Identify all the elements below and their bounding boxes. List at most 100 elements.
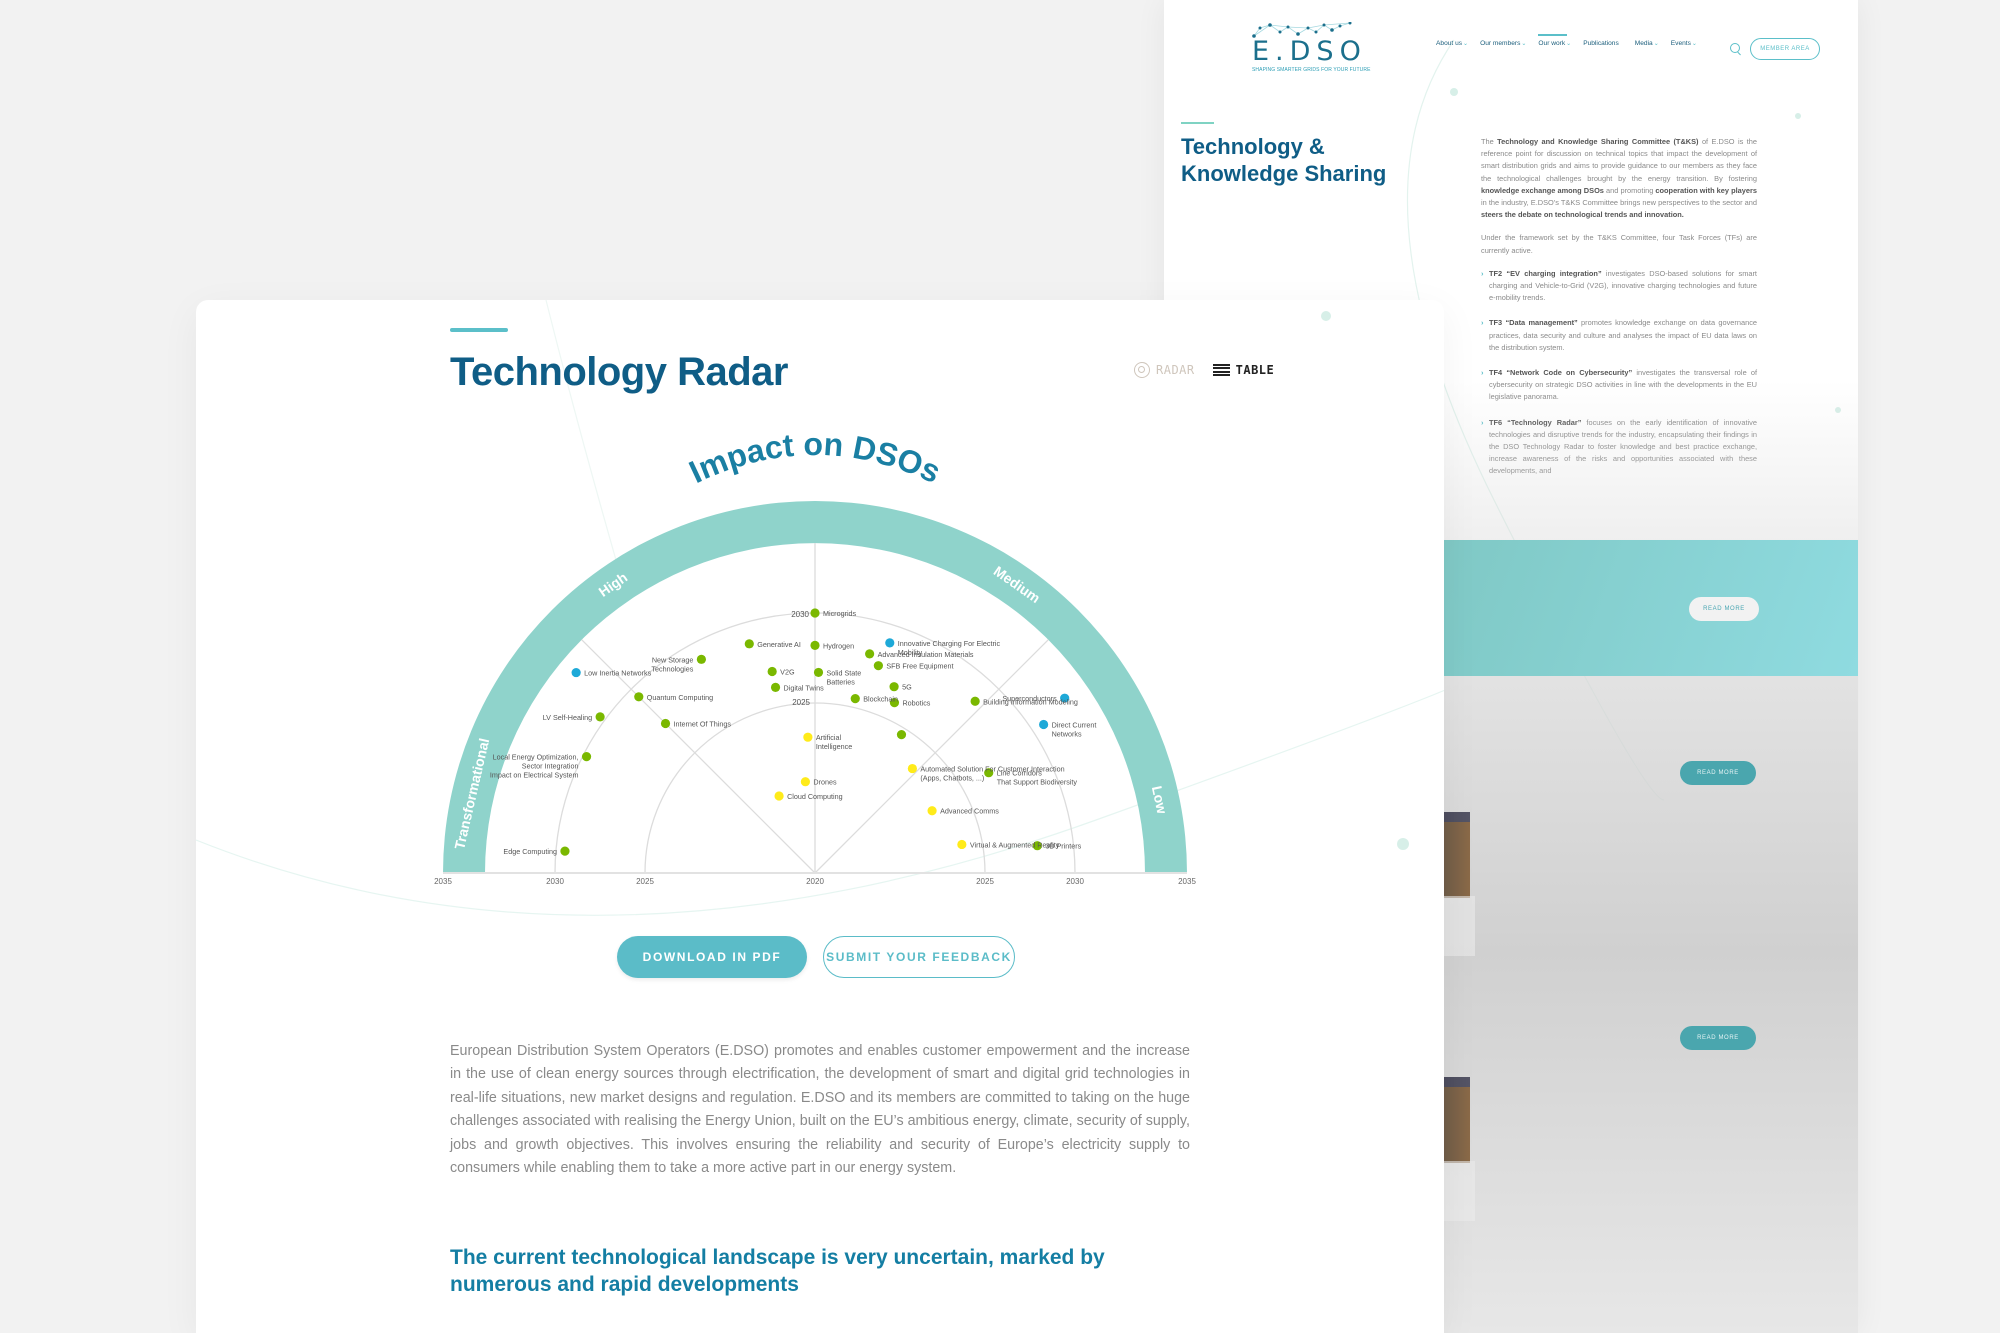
nav-item-events[interactable]: Events⌄ [1671,40,1697,47]
radar-blip-label: Batteries [827,677,856,686]
read-more-button[interactable]: READ MORE [1689,597,1759,621]
radar-blip-label: That Support Biodiversity [997,778,1078,787]
radar-blip [767,666,777,677]
radar-blip-label: Automated Solution For Customer Interact… [920,765,1064,774]
radar-blip-label: Intelligence [816,742,852,751]
radar-blip-label: Innovative Charging For Electric [898,639,1001,648]
radar-blip [800,777,811,787]
technology-radar-chart: 2035 2030 2025 2020 2025 2030 203520302025Tran… [434,426,1196,886]
radar-blip-label: SFB Free Equipment [886,662,953,671]
submit-feedback-button[interactable]: SUBMIT YOUR FEEDBACK [823,936,1015,978]
chevron-down-icon: ⌄ [1566,41,1572,47]
chart-title-text: Impact on DSOs [684,426,946,490]
logo-tagline: SHAPING SMARTER GRIDS FOR YOUR FUTURE [1252,67,1371,73]
nav-item-publications[interactable]: Publications [1583,40,1619,47]
radar-blip [634,692,644,702]
radar-blip [865,649,875,659]
intro-paragraph: The Technology and Knowledge Sharing Com… [1481,137,1757,220]
x-tick-label: 2035 [434,877,452,886]
radar-blip-label: Solid State [827,668,862,677]
radar-blip-label: Blockchain [863,695,898,704]
ring-label-2025: 2025 [792,698,810,707]
radar-blip [810,640,820,650]
radar-blip [889,682,899,692]
radar-blip-label: Advanced Comms [940,807,999,816]
radar-blip-label: Direct Current [1052,721,1097,730]
radar-blip [885,638,895,648]
nav-item-media[interactable]: Media⌄ [1635,40,1659,47]
radar-blip [560,846,570,856]
search-icon[interactable] [1730,43,1740,53]
nav-label: Events [1670,40,1691,47]
read-more-button[interactable]: READ MORE [1680,761,1756,785]
nav-item-about-us[interactable]: About us⌄ [1436,40,1468,47]
radar-blip-label: Hydrogen [823,641,854,650]
radar-blip-label: Technologies [651,664,693,673]
radar-blip [850,693,860,704]
radar-blip [595,712,605,722]
tks-description: The Technology and Knowledge Sharing Com… [1481,136,1757,491]
radar-blip-label: Generative AI [757,640,801,649]
chart-title: Impact on DSOs [684,426,946,490]
title-accent-line [1181,122,1214,124]
nav-item-our-members[interactable]: Our members⌄ [1480,40,1526,47]
ring-label-2030: 2030 [791,610,809,619]
main-nav: About us⌄ Our members⌄ Our work⌄ Publica… [1436,34,1709,47]
radar-blip-label: Local Energy Optimization, [493,753,579,762]
x-tick-label: 2025 [976,877,994,886]
list-item: TF4 “Network Code on Cybersecurity” inve… [1481,367,1757,404]
section-title-line: Technology & [1181,134,1325,159]
radar-blip-label: Advanced Insulation Materials [878,650,974,659]
section-title: Technology & Knowledge Sharing [1181,133,1386,187]
radar-blip [957,839,967,850]
radar-blip [696,654,706,664]
radar-blip-label: Sector Integration [522,762,579,771]
radar-blip-label: New Storage [652,655,694,664]
x-tick-label: 2025 [636,877,654,886]
nav-label: Media [1634,40,1653,47]
chevron-down-icon: ⌄ [1521,41,1527,47]
nav-label: Our work [1538,40,1566,47]
list-item: TF6 “Technology Radar” focuses on the ea… [1481,417,1757,478]
radar-blip-label: Robotics [902,699,930,708]
download-pdf-button[interactable]: DOWNLOAD IN PDF [617,936,807,978]
radar-blip [896,729,907,740]
radar-blip-label: Artificial [816,733,842,742]
radar-blip [660,718,671,729]
radar-blip-label: Microgrids [823,609,857,618]
radar-blip [927,806,937,816]
x-tick-label: 2020 [806,877,824,886]
x-tick-label: 2030 [1066,877,1084,886]
x-tick-label: 2035 [1178,877,1196,886]
member-area-button[interactable]: MEMBER AREA [1750,38,1820,60]
task-force-list: TF2 “EV charging integration” investigat… [1481,268,1757,478]
nav-label: Our members [1480,40,1521,47]
read-more-button[interactable]: READ MORE [1680,1026,1756,1050]
logo-text: E.DSO [1252,36,1367,67]
radar-blip-label: Edge Computing [503,847,557,856]
radar-blip [744,639,754,649]
nav-label: Publications [1583,40,1619,47]
radar-blip-label: V2G [780,668,795,677]
radar-blip [873,661,883,671]
chevron-down-icon: ⌄ [1463,41,1469,47]
radar-blip [774,791,784,801]
edso-logo[interactable]: E.DSO SHAPING SMARTER GRIDS FOR YOUR FUT… [1252,22,1372,77]
radar-blip-label: (Apps, Chatbots, ...) [920,774,984,783]
radar-blip [970,696,980,706]
section-subheading: The current technological landscape is v… [450,1246,1105,1296]
nav-label: About us [1436,40,1463,47]
chevron-down-icon: ⌄ [1653,41,1659,47]
radar-blip-label: Virtual & Augmented Reality [970,840,1060,849]
nav-item-our-work[interactable]: Our work⌄ [1538,34,1572,47]
radar-blip [803,732,813,742]
radar-blip [813,667,824,678]
radar-blip [1039,719,1049,730]
radar-blip [810,608,820,618]
framework-paragraph: Under the framework set by the T&KS Comm… [1481,233,1757,255]
list-item: TF2 “EV charging integration” investigat… [1481,268,1757,305]
radar-blip [581,751,592,762]
radar-blip [907,763,917,774]
section-title-line: Knowledge Sharing [1181,161,1387,186]
chevron-down-icon: ⌄ [1691,41,1697,47]
